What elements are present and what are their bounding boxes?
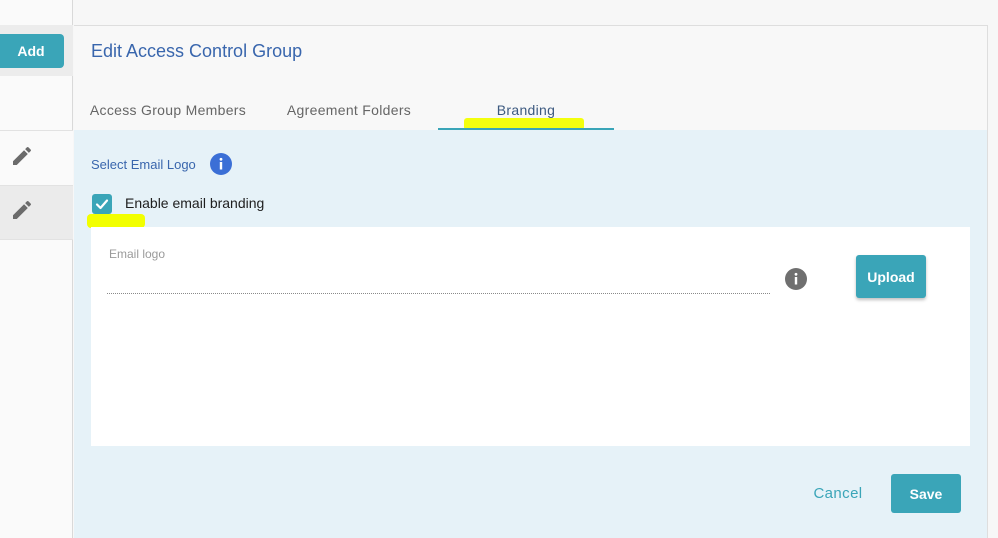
upload-button[interactable]: Upload [856, 255, 926, 298]
highlight-mark [87, 214, 145, 228]
email-logo-field-label: Email logo [109, 247, 166, 261]
active-tab-indicator [438, 128, 614, 130]
info-icon[interactable] [210, 153, 232, 175]
tab-agreement-folders[interactable]: Agreement Folders [274, 90, 424, 130]
list-item[interactable] [0, 185, 73, 240]
tab-label: Access Group Members [89, 102, 247, 118]
dialog-title: Edit Access Control Group [91, 41, 303, 61]
tab-bar: Access Group Members Agreement Folders B… [74, 90, 987, 130]
group-list-panel: Add [0, 0, 73, 538]
app-root: Add Edit Access Control Group Access Gro… [0, 0, 998, 538]
list-item[interactable] [0, 130, 73, 185]
tab-label: Agreement Folders [286, 102, 412, 118]
enable-email-branding-checkbox[interactable] [92, 194, 112, 214]
tab-access-group-members[interactable]: Access Group Members [82, 90, 254, 130]
checkmark-icon [95, 199, 109, 210]
edit-access-group-dialog: Edit Access Control Group Access Group M… [74, 25, 988, 538]
checkbox-label[interactable]: Enable email branding [125, 195, 264, 211]
add-button[interactable]: Add [0, 34, 64, 68]
tab-branding[interactable]: Branding [438, 90, 614, 130]
cancel-button[interactable]: Cancel [798, 474, 878, 512]
email-logo-field[interactable] [107, 293, 770, 294]
dialog-header: Edit Access Control Group Access Group M… [74, 26, 987, 130]
save-button[interactable]: Save [891, 474, 961, 513]
email-logo-panel: Email logo Upload [91, 227, 970, 446]
info-icon[interactable] [785, 268, 807, 290]
pencil-icon[interactable] [10, 144, 34, 173]
section-label: Select Email Logo [91, 157, 196, 172]
pencil-icon[interactable] [10, 198, 34, 227]
tab-label: Branding [496, 102, 556, 118]
